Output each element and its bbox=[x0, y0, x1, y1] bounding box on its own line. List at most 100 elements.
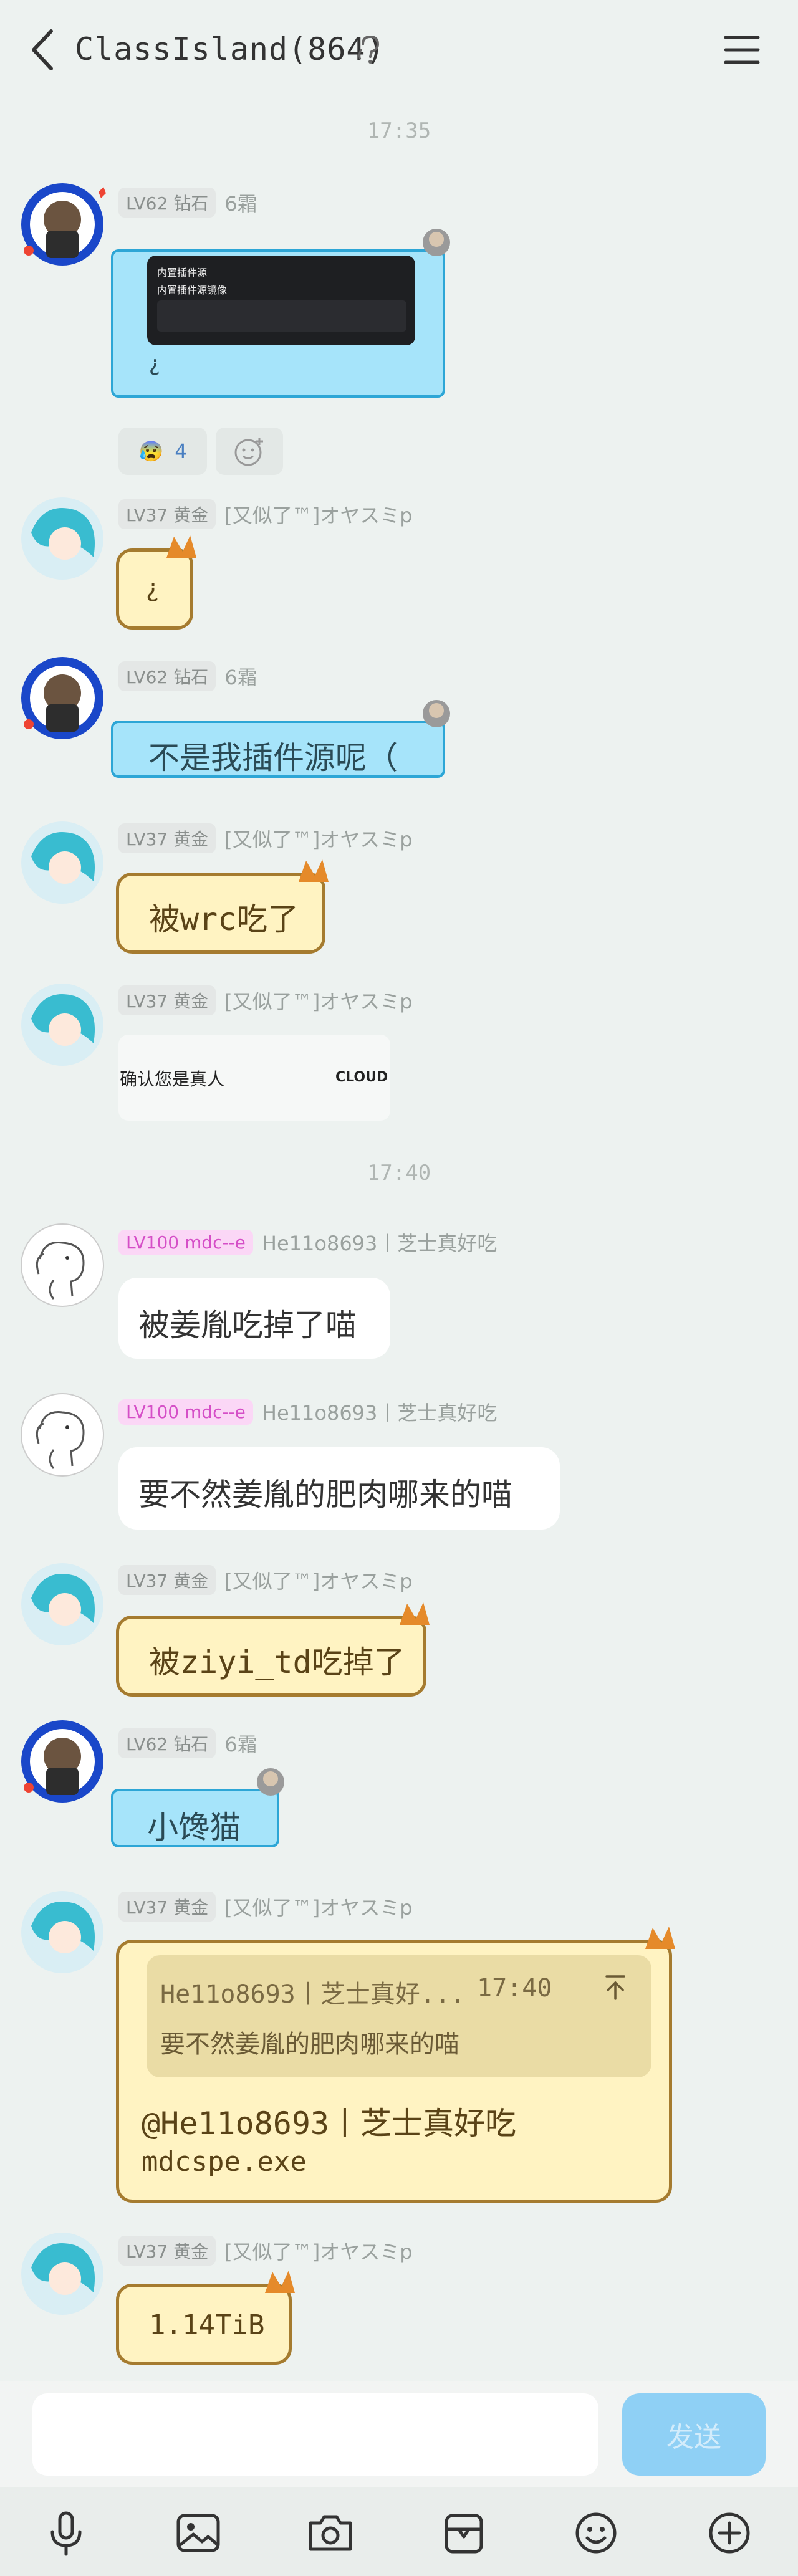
level-badge: LV37 黄金 bbox=[118, 499, 216, 529]
message-bubble[interactable]: 1.14TiB bbox=[116, 2271, 295, 2365]
emoji-icon[interactable] bbox=[571, 2508, 621, 2558]
message-text: 要不然姜胤的肥肉哪来的喵 bbox=[138, 1477, 512, 1513]
sender-name: [又似了™]オヤスミp bbox=[224, 828, 413, 851]
level-badge: LV100 mdc--e bbox=[118, 1399, 253, 1425]
cat-ear-decoration bbox=[299, 859, 329, 882]
sticker-decoration bbox=[423, 229, 450, 256]
cat-ear-decoration bbox=[400, 1602, 430, 1625]
sender-meta: LV37 黄金 [又似了™]オヤスミp bbox=[118, 985, 413, 1015]
image-text: 内置插件源 bbox=[157, 267, 208, 279]
sender-name: 6霜 bbox=[224, 666, 257, 689]
message-text: mdcspe.exe bbox=[142, 2146, 307, 2178]
message-text: 小馋猫 bbox=[147, 1809, 241, 1846]
sticker-decoration bbox=[257, 1768, 284, 1796]
back-icon[interactable] bbox=[25, 25, 62, 75]
timestamp: 17:35 bbox=[367, 118, 431, 143]
message-bubble[interactable]: 不是我插件源呢（ bbox=[111, 700, 450, 778]
sender-meta: LV62 钻石 6霜 bbox=[118, 1728, 257, 1758]
level-badge: LV37 黄金 bbox=[118, 1892, 216, 1922]
level-badge: LV37 黄金 bbox=[118, 1565, 216, 1595]
chat-title[interactable]: ClassIsland(864) bbox=[75, 31, 385, 67]
level-badge: LV37 黄金 bbox=[118, 823, 216, 853]
reply-quote[interactable]: He11o8693丨芝士真好... 17:40 要不然姜胤的肥肉哪来的喵 bbox=[147, 1955, 651, 2077]
message-bubble[interactable]: 被姜胤吃掉了喵 bbox=[118, 1278, 390, 1359]
quote-text: 要不然姜胤的肥肉哪来的喵 bbox=[160, 2030, 459, 2059]
avatar[interactable] bbox=[19, 819, 106, 906]
avatar[interactable] bbox=[19, 1222, 106, 1309]
message-text: ¿ bbox=[145, 574, 161, 603]
plus-icon[interactable] bbox=[704, 2508, 754, 2558]
level-badge: LV62 钻石 bbox=[118, 188, 216, 218]
message-bubble[interactable]: 小馋猫 bbox=[111, 1768, 284, 1847]
message-image[interactable]: 内置插件源 内置插件源镜像 bbox=[147, 256, 415, 345]
message-bubble[interactable]: 被ziyi_td吃掉了 bbox=[116, 1602, 430, 1697]
sender-name: [又似了™]オヤスミp bbox=[224, 2240, 413, 2264]
cat-ear-decoration bbox=[166, 535, 196, 558]
message-bubble[interactable]: 要不然姜胤的肥肉哪来的喵 bbox=[118, 1447, 560, 1530]
bottom-toolbar bbox=[0, 2487, 798, 2576]
reaction-chip[interactable]: 😰 4 bbox=[118, 428, 207, 475]
cat-ear-decoration bbox=[645, 1927, 675, 1949]
reaction-emoji: 😰 bbox=[138, 439, 164, 463]
image-text: CLOUD bbox=[335, 1070, 388, 1085]
sender-name: He11o8693丨芝士真好吃 bbox=[261, 1232, 498, 1255]
message-text: 被ziyi_td吃掉了 bbox=[149, 1644, 405, 1680]
message-bubble[interactable]: 被wrc吃了 bbox=[116, 859, 329, 954]
help-icon[interactable] bbox=[355, 34, 383, 65]
message-text: 被wrc吃了 bbox=[149, 901, 299, 937]
level-badge: LV100 mdc--e bbox=[118, 1229, 253, 1255]
avatar[interactable] bbox=[19, 1391, 106, 1478]
sticker-decoration bbox=[423, 700, 450, 727]
input-bar: 发送 bbox=[0, 2381, 798, 2487]
level-badge: LV37 黄金 bbox=[118, 2236, 216, 2266]
avatar[interactable] bbox=[19, 1561, 106, 1648]
sender-name: [又似了™]オヤスミp bbox=[224, 504, 413, 527]
sender-meta: LV62 钻石 6霜 bbox=[118, 661, 257, 691]
message-image[interactable]: 确认您是真人 CLOUD bbox=[118, 1035, 390, 1121]
sender-meta: LV37 黄金 [又似了™]オヤスミp bbox=[118, 1892, 413, 1922]
message-bubble[interactable]: 内置插件源 内置插件源镜像 ¿ bbox=[111, 229, 450, 398]
sender-name: [又似了™]オヤスミp bbox=[224, 1896, 413, 1920]
avatar[interactable] bbox=[19, 981, 106, 1068]
sender-meta: LV37 黄金 [又似了™]オヤスミp bbox=[118, 1565, 413, 1595]
message-input[interactable] bbox=[32, 2393, 598, 2476]
sender-meta: LV62 钻石 6霜 bbox=[118, 188, 257, 218]
mic-icon[interactable] bbox=[41, 2508, 91, 2558]
avatar[interactable] bbox=[19, 1718, 106, 1805]
timestamp: 17:40 bbox=[367, 1161, 431, 1185]
sender-meta: LV37 黄金 [又似了™]オヤスミp bbox=[118, 2236, 413, 2266]
avatar[interactable] bbox=[19, 654, 106, 742]
avatar[interactable] bbox=[19, 495, 106, 582]
avatar[interactable] bbox=[19, 1889, 106, 1976]
send-button[interactable]: 发送 bbox=[622, 2393, 766, 2476]
image-icon[interactable] bbox=[173, 2508, 223, 2558]
message-text: 不是我插件源呢（ bbox=[148, 740, 398, 776]
add-emoji-icon bbox=[234, 438, 263, 466]
sender-name: [又似了™]オヤスミp bbox=[224, 990, 413, 1013]
level-badge: LV62 钻石 bbox=[118, 1728, 216, 1758]
gift-icon[interactable] bbox=[439, 2508, 489, 2558]
message-text: 1.14TiB bbox=[149, 2309, 265, 2341]
sender-meta: LV37 黄金 [又似了™]オヤスミp bbox=[118, 499, 413, 529]
quote-time: 17:40 bbox=[477, 1974, 552, 2003]
sender-name: 6霜 bbox=[224, 192, 257, 216]
image-text: 确认您是真人 bbox=[120, 1069, 225, 1089]
message-bubble[interactable]: ¿ bbox=[116, 535, 196, 630]
avatar[interactable] bbox=[19, 2230, 106, 2317]
menu-icon[interactable] bbox=[723, 31, 761, 69]
message-text: 被姜胤吃掉了喵 bbox=[138, 1307, 357, 1343]
sender-name: [又似了™]オヤスミp bbox=[224, 1569, 413, 1593]
avatar[interactable] bbox=[19, 181, 106, 268]
sender-meta: LV100 mdc--e He11o8693丨芝士真好吃 bbox=[118, 1228, 497, 1257]
sender-meta: LV100 mdc--e He11o8693丨芝士真好吃 bbox=[118, 1397, 497, 1426]
message-bubble[interactable]: He11o8693丨芝士真好... 17:40 要不然姜胤的肥肉哪来的喵 @He… bbox=[116, 1927, 675, 2203]
message-text: @He11o8693丨芝士真好吃 bbox=[142, 2105, 517, 2142]
add-reaction-button[interactable] bbox=[216, 428, 283, 475]
chat-header: ClassIsland(864) bbox=[0, 0, 798, 100]
sender-name: 6霜 bbox=[224, 1733, 257, 1756]
camera-icon[interactable] bbox=[305, 2508, 355, 2558]
level-badge: LV62 钻石 bbox=[118, 661, 216, 691]
quote-author: He11o8693丨芝士真好... bbox=[160, 1980, 465, 2009]
jump-to-quote-icon[interactable] bbox=[603, 1974, 628, 2001]
sender-name: He11o8693丨芝士真好吃 bbox=[261, 1401, 498, 1425]
